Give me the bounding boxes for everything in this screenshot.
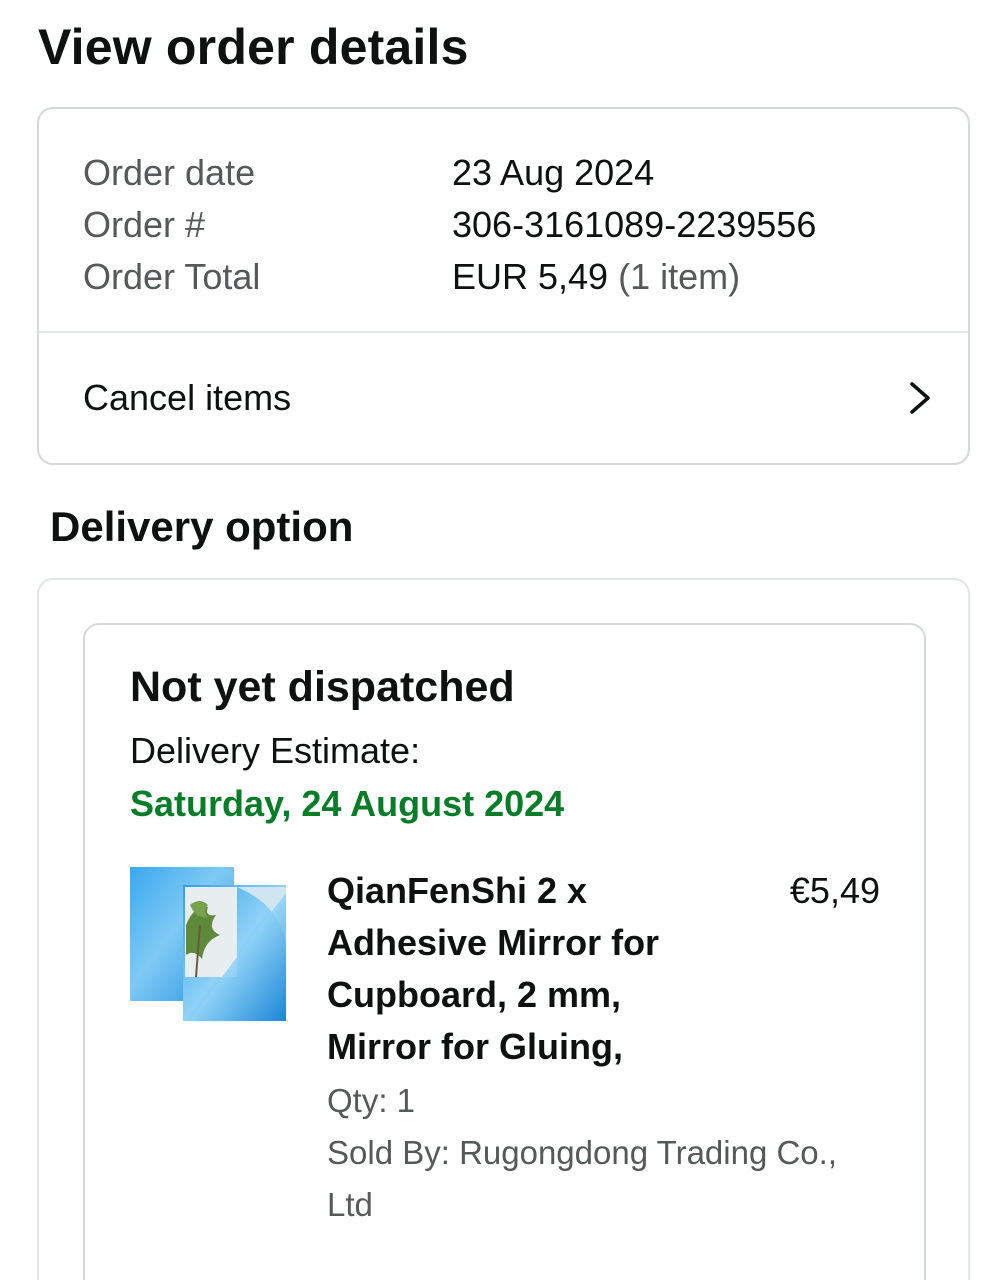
order-number-value: 306-3161089-2239556 bbox=[452, 204, 817, 245]
delivery-card: Not yet dispatched Delivery Estimate: Sa… bbox=[37, 578, 970, 1280]
order-item-count: (1 item) bbox=[618, 256, 741, 297]
page-title: View order details bbox=[38, 19, 469, 75]
chevron-right-icon bbox=[910, 382, 930, 414]
order-details-page: View order details Order date 23 Aug 202… bbox=[0, 0, 1005, 1280]
order-total-amount: EUR 5,49 bbox=[452, 256, 609, 297]
product-quantity: Qty: 1 bbox=[327, 1082, 416, 1119]
order-total-label: Order Total bbox=[83, 256, 261, 297]
order-number-row: Order # 306-3161089-2239556 bbox=[83, 199, 816, 251]
order-date-row: Order date 23 Aug 2024 bbox=[83, 147, 816, 199]
order-number-label: Order # bbox=[83, 204, 206, 245]
product-title-link[interactable]: QianFenShi 2 x Adhesive Mirror for Cupbo… bbox=[327, 865, 697, 1073]
shipment-card: Not yet dispatched Delivery Estimate: Sa… bbox=[83, 623, 926, 1280]
order-date-label: Order date bbox=[83, 152, 256, 193]
delivery-section-title: Delivery option bbox=[50, 503, 354, 550]
order-date-value: 23 Aug 2024 bbox=[452, 152, 655, 193]
cancel-items-button[interactable]: Cancel items bbox=[39, 333, 968, 463]
delivery-estimate-date: Saturday, 24 August 2024 bbox=[130, 783, 565, 824]
order-summary-card: Order date 23 Aug 2024 Order # 306-31610… bbox=[37, 107, 970, 465]
cancel-items-label: Cancel items bbox=[83, 377, 292, 418]
order-summary-rows: Order date 23 Aug 2024 Order # 306-31610… bbox=[83, 147, 816, 303]
order-total-row: Order Total EUR 5,49 (1 item) bbox=[83, 251, 816, 303]
product-seller: Sold By: Rugongdong Trading Co., Ltd bbox=[327, 1134, 838, 1223]
order-total-value: EUR 5,49 (1 item) bbox=[452, 256, 740, 298]
product-image[interactable] bbox=[130, 865, 290, 1025]
shipment-status: Not yet dispatched bbox=[130, 663, 515, 711]
delivery-estimate-label: Delivery Estimate: bbox=[130, 730, 421, 771]
product-price: €5,49 bbox=[789, 870, 880, 911]
